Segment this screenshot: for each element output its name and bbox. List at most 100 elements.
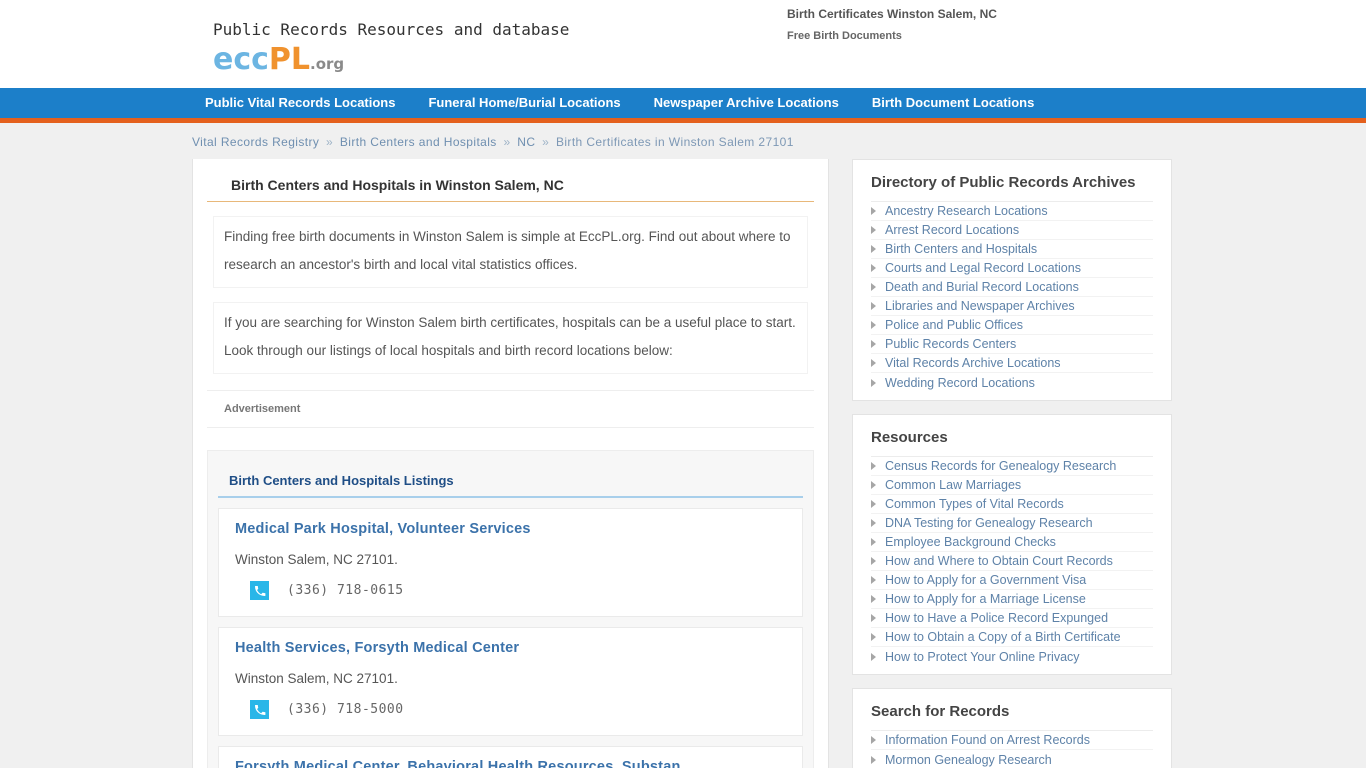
sidebar-list-item[interactable]: Mormon Genealogy Research xyxy=(871,750,1153,768)
sidebar-box-search-for-records: Search for Records Information Found on … xyxy=(852,688,1172,768)
sidebar-link[interactable]: Census Records for Genealogy Research xyxy=(885,459,1116,473)
listing-name-link[interactable]: Medical Park Hospital, Volunteer Service… xyxy=(235,521,786,537)
triangle-bullet-icon xyxy=(871,264,876,272)
sidebar-column: Directory of Public Records Archives Anc… xyxy=(852,159,1172,768)
sidebar-list-item[interactable]: Courts and Legal Record Locations xyxy=(871,259,1153,278)
main-content-column: Birth Centers and Hospitals in Winston S… xyxy=(192,159,829,768)
sidebar-link[interactable]: How to Protect Your Online Privacy xyxy=(885,650,1080,664)
sidebar-link[interactable]: Public Records Centers xyxy=(885,337,1016,351)
sidebar-link[interactable]: Ancestry Research Locations xyxy=(885,204,1048,218)
sidebar-link[interactable]: Police and Public Offices xyxy=(885,318,1023,332)
site-brand[interactable]: Public Records Resources and database ec… xyxy=(213,20,569,80)
sidebar-list-item[interactable]: Arrest Record Locations xyxy=(871,221,1153,240)
sidebar-list-item[interactable]: Employee Background Checks xyxy=(871,533,1153,552)
sidebar-list-item[interactable]: DNA Testing for Genealogy Research xyxy=(871,514,1153,533)
nav-item-newspaper-archive-locations[interactable]: Newspaper Archive Locations xyxy=(654,88,839,118)
listing-phone-number[interactable]: (336) 718-0615 xyxy=(287,583,404,598)
triangle-bullet-icon xyxy=(871,226,876,234)
phone-icon xyxy=(250,581,269,600)
sidebar-list-item[interactable]: Libraries and Newspaper Archives xyxy=(871,297,1153,316)
sidebar-list-item[interactable]: Vital Records Archive Locations xyxy=(871,354,1153,373)
sidebar-list-item[interactable]: Public Records Centers xyxy=(871,335,1153,354)
sidebar-list-item[interactable]: Wedding Record Locations xyxy=(871,373,1153,392)
intro-paragraph-1-box: Finding free birth documents in Winston … xyxy=(213,216,808,288)
sidebar-link[interactable]: Employee Background Checks xyxy=(885,535,1056,549)
listings-panel: Birth Centers and Hospitals Listings Med… xyxy=(207,450,814,768)
intro-paragraph-1: Finding free birth documents in Winston … xyxy=(224,229,791,272)
sidebar-list-item[interactable]: How to Obtain a Copy of a Birth Certific… xyxy=(871,628,1153,647)
sidebar-link[interactable]: Courts and Legal Record Locations xyxy=(885,261,1081,275)
sidebar-list-item[interactable]: Ancestry Research Locations xyxy=(871,202,1153,221)
sidebar-link[interactable]: How to Apply for a Marriage License xyxy=(885,592,1086,606)
advertisement-zone: Advertisement xyxy=(207,390,814,428)
triangle-bullet-icon xyxy=(871,245,876,253)
site-header: Public Records Resources and database ec… xyxy=(0,0,1366,88)
sidebar-link[interactable]: Common Law Marriages xyxy=(885,478,1021,492)
triangle-bullet-icon xyxy=(871,481,876,489)
nav-item-birth-document-locations[interactable]: Birth Document Locations xyxy=(872,88,1035,118)
brand-logo[interactable]: eccPL.org xyxy=(213,44,569,80)
listing-card: Medical Park Hospital, Volunteer Service… xyxy=(218,508,803,617)
sidebar-link[interactable]: Arrest Record Locations xyxy=(885,223,1019,237)
breadcrumb-item-birth-centers-and-hospitals[interactable]: Birth Centers and Hospitals xyxy=(340,135,497,149)
sidebar-list-item[interactable]: Common Types of Vital Records xyxy=(871,495,1153,514)
sidebar-list-item[interactable]: Death and Burial Record Locations xyxy=(871,278,1153,297)
listing-phone-number[interactable]: (336) 718-5000 xyxy=(287,702,404,717)
triangle-bullet-icon xyxy=(871,500,876,508)
breadcrumb-item-vital-records-registry[interactable]: Vital Records Registry xyxy=(192,135,319,149)
sidebar-link[interactable]: Mormon Genealogy Research xyxy=(885,753,1052,767)
sidebar-link[interactable]: Wedding Record Locations xyxy=(885,376,1035,390)
sidebar-link[interactable]: Death and Burial Record Locations xyxy=(885,280,1079,294)
sidebar-link[interactable]: Libraries and Newspaper Archives xyxy=(885,299,1075,313)
sidebar-list-item[interactable]: Police and Public Offices xyxy=(871,316,1153,335)
sidebar-link[interactable]: How to Obtain a Copy of a Birth Certific… xyxy=(885,630,1121,644)
sidebar-list-item[interactable]: How and Where to Obtain Court Records xyxy=(871,552,1153,571)
triangle-bullet-icon xyxy=(871,755,876,764)
intro-paragraph-2-box: If you are searching for Winston Salem b… xyxy=(213,302,808,374)
listing-name-link[interactable]: Health Services, Forsyth Medical Center xyxy=(235,640,786,656)
breadcrumb: Vital Records Registry » Birth Centers a… xyxy=(0,123,1366,159)
header-page-subject: Birth Certificates Winston Salem, NC xyxy=(787,7,997,21)
sidebar-list-item[interactable]: How to Have a Police Record Expunged xyxy=(871,609,1153,628)
sidebar-link[interactable]: Vital Records Archive Locations xyxy=(885,356,1061,370)
sidebar-link-list: Information Found on Arrest Records Morm… xyxy=(871,731,1153,768)
nav-item-public-vital-records-locations[interactable]: Public Vital Records Locations xyxy=(205,88,395,118)
logo-part-ecc: ecc xyxy=(213,42,269,77)
triangle-bullet-icon xyxy=(871,207,876,215)
sidebar-link[interactable]: How and Where to Obtain Court Records xyxy=(885,554,1113,568)
logo-part-org: .org xyxy=(310,55,345,73)
phone-icon xyxy=(250,700,269,719)
sidebar-link[interactable]: Information Found on Arrest Records xyxy=(885,733,1090,747)
listing-name-link[interactable]: Forsyth Medical Center, Behavioral Healt… xyxy=(235,759,786,768)
breadcrumb-separator-icon: » xyxy=(503,135,511,149)
sidebar-link[interactable]: Birth Centers and Hospitals xyxy=(885,242,1037,256)
breadcrumb-item-nc[interactable]: NC xyxy=(517,135,535,149)
sidebar-list-item[interactable]: How to Apply for a Government Visa xyxy=(871,571,1153,590)
sidebar-list-item[interactable]: Common Law Marriages xyxy=(871,476,1153,495)
header-right-text: Birth Certificates Winston Salem, NC Fre… xyxy=(787,5,997,45)
sidebar-link-list: Census Records for Genealogy Research Co… xyxy=(871,457,1153,666)
sidebar-box-title: Search for Records xyxy=(871,689,1153,731)
sidebar-list-item[interactable]: Census Records for Genealogy Research xyxy=(871,457,1153,476)
sidebar-link[interactable]: How to Have a Police Record Expunged xyxy=(885,611,1108,625)
sidebar-link[interactable]: DNA Testing for Genealogy Research xyxy=(885,516,1093,530)
nav-item-funeral-home-burial-locations[interactable]: Funeral Home/Burial Locations xyxy=(428,88,620,118)
sidebar-link[interactable]: Common Types of Vital Records xyxy=(885,497,1064,511)
sidebar-list-item[interactable]: Information Found on Arrest Records xyxy=(871,731,1153,750)
main-navigation: Public Vital Records Locations Funeral H… xyxy=(0,88,1366,123)
sidebar-list-item[interactable]: How to Protect Your Online Privacy xyxy=(871,647,1153,666)
triangle-bullet-icon xyxy=(871,519,876,527)
sidebar-link[interactable]: How to Apply for a Government Visa xyxy=(885,573,1086,587)
sidebar-list-item[interactable]: How to Apply for a Marriage License xyxy=(871,590,1153,609)
triangle-bullet-icon xyxy=(871,302,876,310)
sidebar-link-list: Ancestry Research Locations Arrest Recor… xyxy=(871,202,1153,392)
triangle-bullet-icon xyxy=(871,595,876,603)
header-page-tagline: Free Birth Documents xyxy=(787,30,902,42)
triangle-bullet-icon xyxy=(871,462,876,470)
listing-phone-row: (336) 718-0615 xyxy=(235,581,786,600)
page-body: Birth Centers and Hospitals in Winston S… xyxy=(0,159,1366,768)
triangle-bullet-icon xyxy=(871,736,876,744)
sidebar-list-item[interactable]: Birth Centers and Hospitals xyxy=(871,240,1153,259)
listing-card: Health Services, Forsyth Medical Center … xyxy=(218,627,803,736)
triangle-bullet-icon xyxy=(871,652,876,661)
